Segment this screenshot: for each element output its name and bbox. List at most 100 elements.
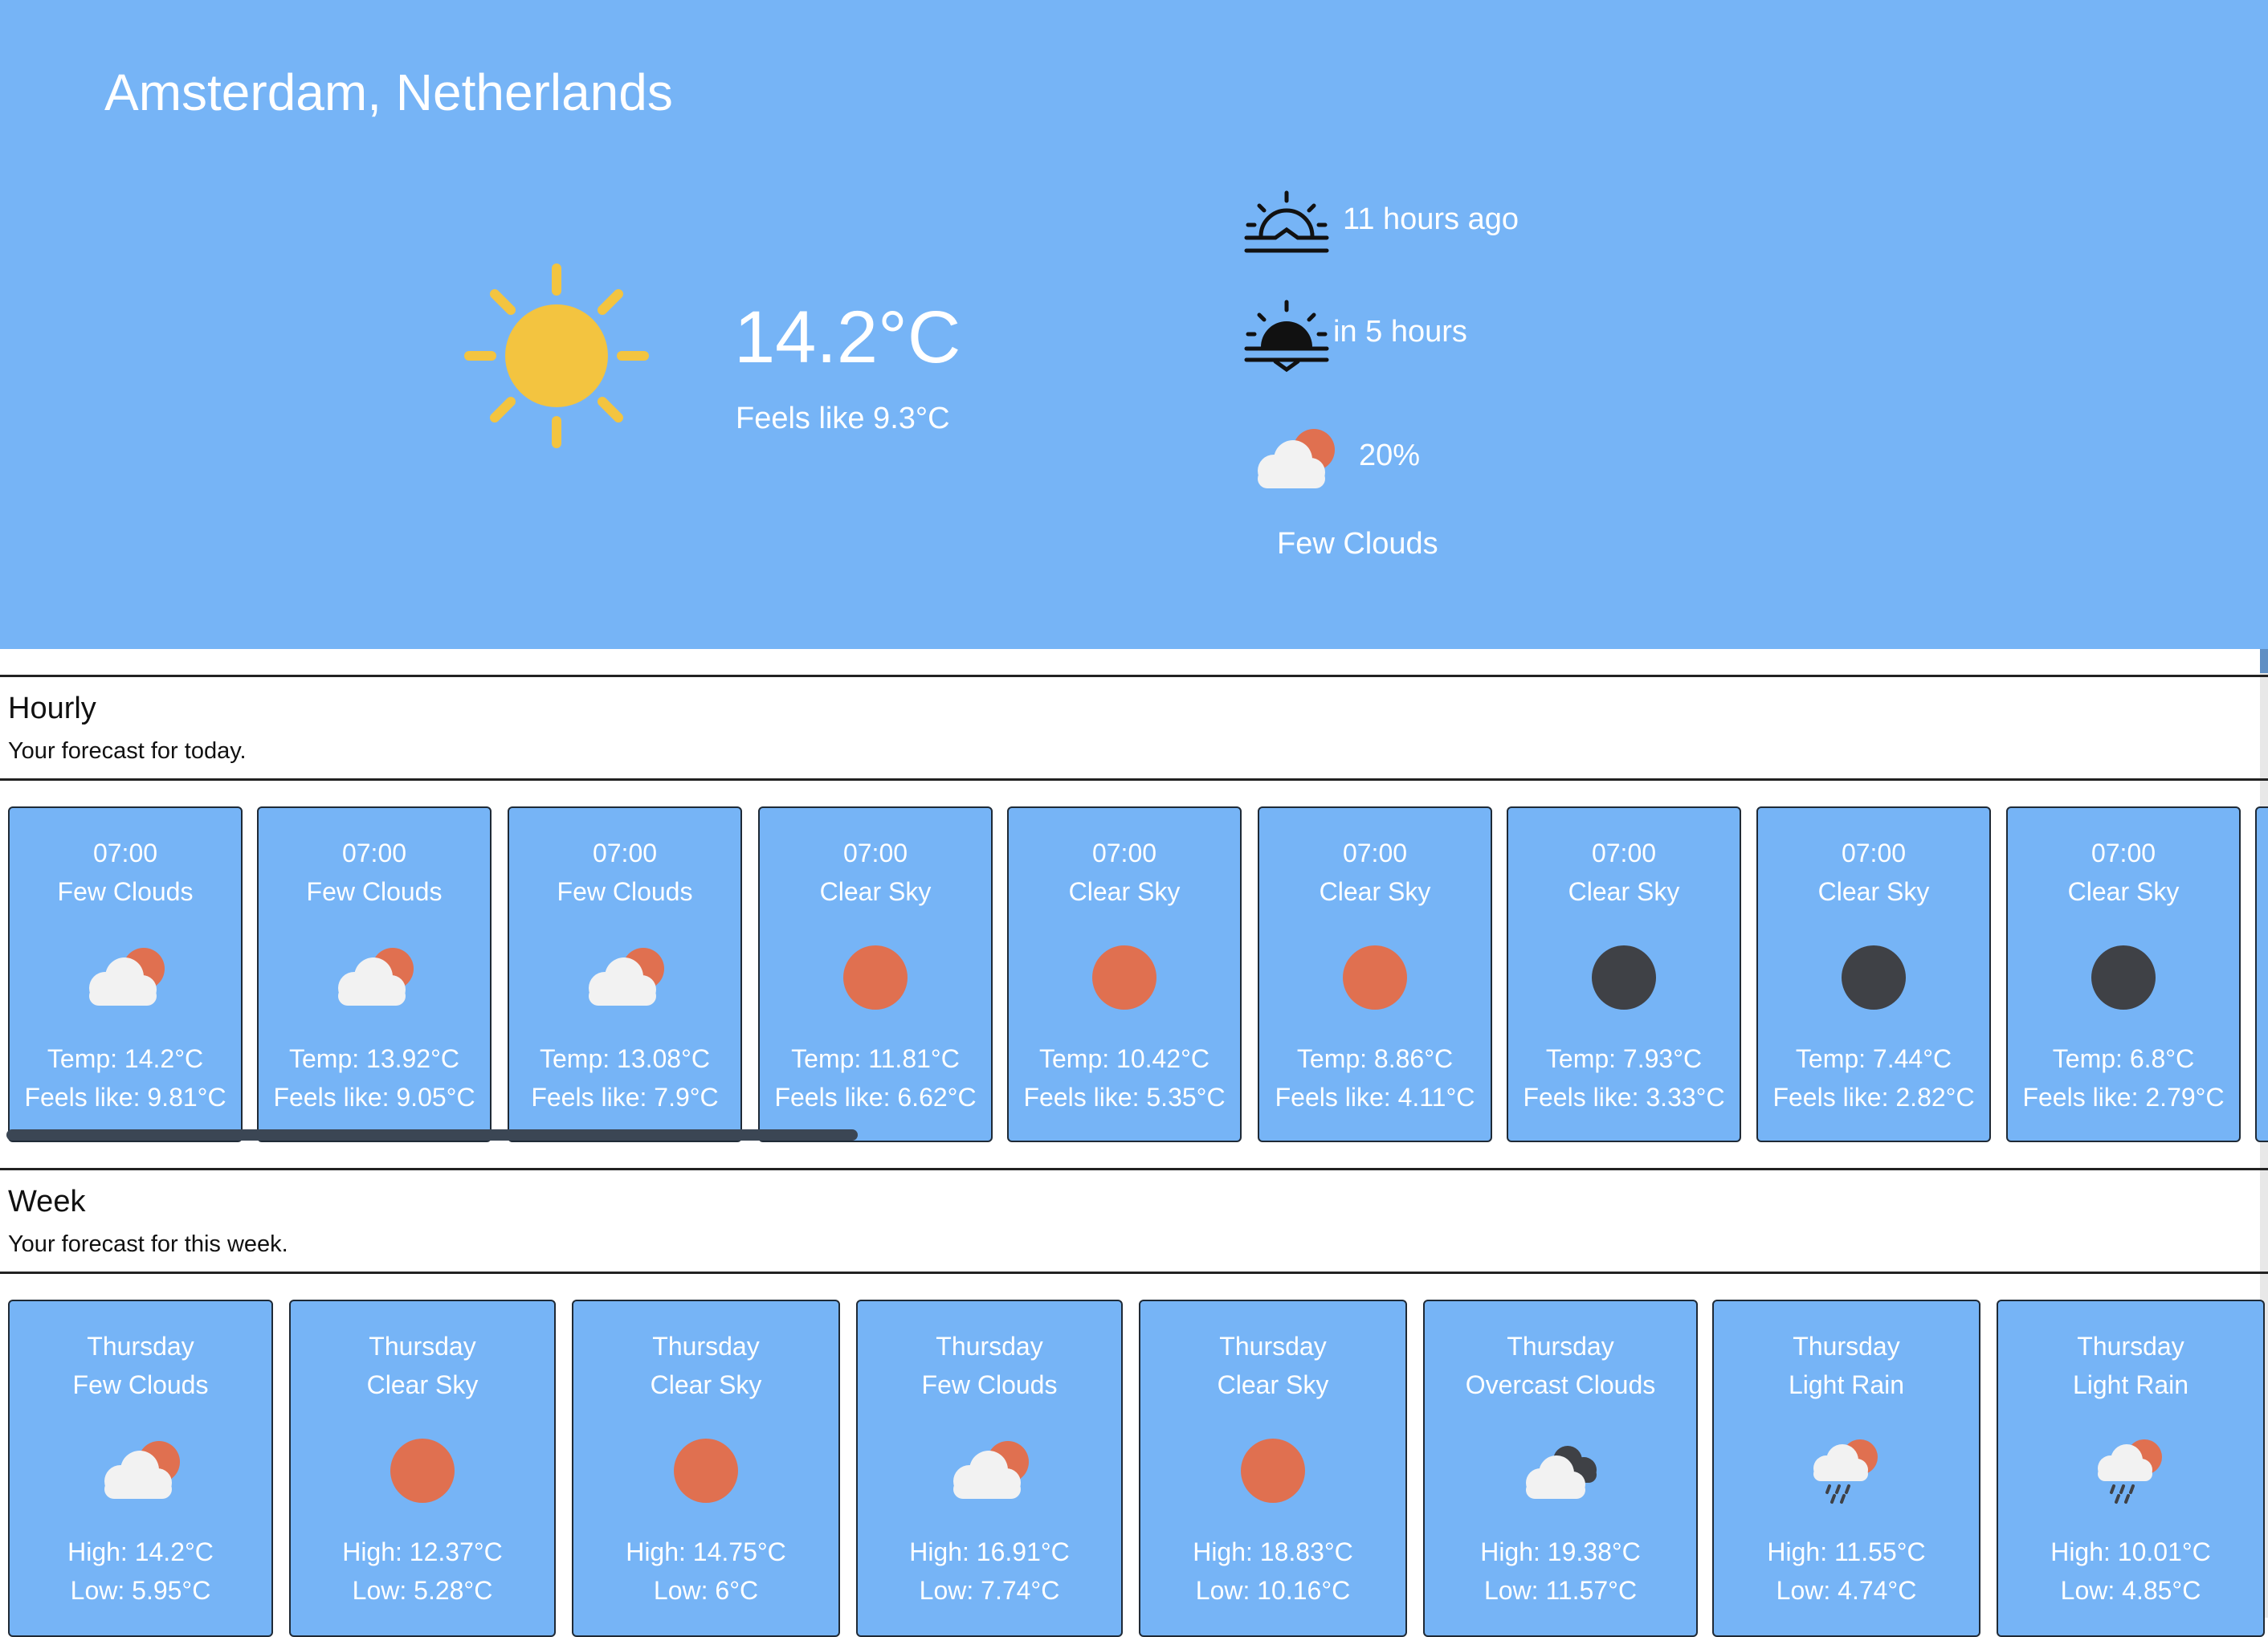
hourly-card[interactable]: 07:00 Clear Sky Temp: 7.44°C Feels like: 2.…	[1756, 806, 1991, 1142]
hourly-card[interactable]: 07:00 Clear Sky Temp: 8.86°C Feels like: 4.…	[1258, 806, 1492, 1142]
week-day: Thursday	[369, 1332, 476, 1361]
sunrise-text: 11 hours ago	[1343, 202, 1519, 236]
week-low: Low: 5.95°C	[70, 1576, 211, 1605]
week-description: Clear Sky	[1217, 1370, 1329, 1399]
week-description: Clear Sky	[366, 1370, 479, 1399]
sunset-text: in 5 hours	[1333, 315, 1467, 349]
week-low: Low: 6°C	[653, 1576, 759, 1605]
week-description: Few Clouds	[72, 1370, 209, 1399]
location-title: Amsterdam, Netherlands	[104, 63, 673, 121]
hourly-temp: Temp: 10.42°C	[1038, 1044, 1209, 1073]
clear-night-icon	[1842, 945, 1906, 1010]
hourly-feels-like: Feels like: 2.79°C	[2022, 1083, 2225, 1112]
sunset-icon	[1244, 300, 1329, 373]
few-clouds-day-icon	[104, 1441, 180, 1499]
clear-night-icon	[2091, 945, 2156, 1010]
week-card[interactable]: Thursday Overcast Clouds High: 19.38°C Low:…	[1423, 1300, 1698, 1637]
hourly-time: 07:00	[1841, 839, 1907, 867]
few-clouds-icon	[1258, 429, 1335, 488]
week-low: Low: 4.74°C	[1776, 1576, 1917, 1605]
week-card[interactable]: Thursday Clear Sky High: 12.37°C Low: 5.28°…	[289, 1300, 556, 1637]
hourly-feels-like: Feels like: 6.62°C	[774, 1083, 977, 1112]
clear-day-icon	[843, 945, 908, 1010]
week-low: Low: 11.57°C	[1483, 1576, 1638, 1605]
few-clouds-day-icon	[338, 948, 414, 1006]
current-feels-like: Feels like 9.3°C	[736, 402, 950, 435]
hourly-time: 07:00	[341, 839, 407, 867]
hourly-feels-like: Feels like: 3.33°C	[1523, 1083, 1725, 1112]
sunrise-icon	[1244, 190, 1329, 253]
hourly-description: Few Clouds	[557, 877, 693, 906]
hourly-card[interactable]: 07:00 Few Clouds Temp: 14.2°C Feels like: 9…	[8, 806, 243, 1142]
hourly-feels-like: Feels like: 7.9°C	[531, 1083, 719, 1112]
hourly-title: Hourly	[8, 692, 96, 725]
hourly-temp: Temp: 7.44°C	[1795, 1044, 1952, 1073]
week-card[interactable]: Thursday Few Clouds High: 14.2°C Low: 5.95°…	[8, 1300, 273, 1637]
week-card[interactable]: Thursday Light Rain High: 11.55°C Low: 4.74…	[1712, 1300, 1980, 1637]
week-description: Overcast Clouds	[1465, 1370, 1656, 1399]
week-title: Week	[8, 1185, 86, 1219]
light-rain-icon	[2098, 1439, 2162, 1504]
hourly-feels-like: Feels like: 5.35°C	[1023, 1083, 1226, 1112]
week-day: Thursday	[1507, 1332, 1614, 1361]
hourly-time: 07:00	[1091, 839, 1157, 867]
clear-night-icon	[1592, 945, 1656, 1010]
hourly-temp: Temp: 13.08°C	[539, 1044, 710, 1073]
hourly-temp: Temp: 7.93°C	[1545, 1044, 1703, 1073]
week-card[interactable]: Thursday Clear Sky High: 14.75°C Low: 6°C	[572, 1300, 840, 1637]
current-temperature: 14.2°C	[734, 296, 961, 378]
hourly-temp: Temp: 8.86°C	[1296, 1044, 1454, 1073]
week-description: Clear Sky	[650, 1370, 762, 1399]
hourly-feels-like: Feels like: 9.81°C	[24, 1083, 226, 1112]
hourly-card[interactable]: 07:00 Clear Sky Temp: 10.42°C Feels like: 5…	[1007, 806, 1242, 1142]
week-high: High: 14.2°C	[67, 1537, 214, 1566]
hourly-time: 07:00	[92, 839, 158, 867]
week-low: Low: 10.16°C	[1195, 1576, 1351, 1605]
hourly-description: Clear Sky	[819, 877, 932, 906]
week-high: High: 18.83°C	[1193, 1537, 1353, 1566]
week-card[interactable]: Thursday Few Clouds High: 16.91°C Low: 7.74…	[856, 1300, 1123, 1637]
hourly-header: Hourly Your forecast for today.	[0, 675, 2268, 781]
hourly-description: Clear Sky	[1568, 877, 1680, 906]
current-description: Few Clouds	[1277, 527, 1438, 561]
hourly-description: Few Clouds	[57, 877, 194, 906]
clear-day-icon	[674, 1439, 738, 1503]
week-high: High: 16.91°C	[909, 1537, 1070, 1566]
week-high: High: 14.75°C	[626, 1537, 786, 1566]
hourly-description: Few Clouds	[306, 877, 443, 906]
week-high: High: 11.55°C	[1767, 1537, 1926, 1566]
hourly-temp: Temp: 11.81°C	[791, 1044, 960, 1073]
hourly-card[interactable]: 07:00 Clear Sky Temp: 6.8°C Feels like: 2.7…	[2006, 806, 2241, 1142]
week-header: Week Your forecast for this week.	[0, 1168, 2268, 1274]
week-high: High: 19.38°C	[1480, 1537, 1641, 1566]
hourly-description: Clear Sky	[1319, 877, 1431, 906]
clear-day-icon	[1241, 1439, 1305, 1503]
hourly-card[interactable]: 07:00 Few Clouds Temp: 13.92°C Feels like: …	[257, 806, 492, 1142]
hourly-card[interactable]: 07:00 Few Clouds Temp: 13.08°C Feels like: …	[508, 806, 742, 1142]
hourly-time: 07:00	[2091, 839, 2156, 867]
hourly-time: 07:00	[1591, 839, 1657, 867]
light-rain-icon	[1813, 1439, 1878, 1504]
sun-icon	[464, 263, 649, 448]
week-day: Thursday	[2077, 1332, 2184, 1361]
hourly-time: 07:00	[1342, 839, 1408, 867]
hourly-card[interactable]: 07:00 Clear Sky Temp: 11.81°C Feels like: 6…	[758, 806, 993, 1142]
week-day: Thursday	[1793, 1332, 1900, 1361]
few-clouds-day-icon	[953, 1441, 1029, 1499]
week-description: Few Clouds	[921, 1370, 1058, 1399]
hourly-time: 07:00	[592, 839, 658, 867]
overcast-clouds-icon	[1526, 1446, 1597, 1499]
week-card[interactable]: Thursday Clear Sky High: 18.83°C Low: 10.16…	[1139, 1300, 1407, 1637]
hourly-card-partial[interactable]	[2255, 806, 2268, 1142]
week-day: Thursday	[936, 1332, 1043, 1361]
week-low: Low: 5.28°C	[352, 1576, 493, 1605]
week-description: Light Rain	[1788, 1370, 1905, 1399]
hourly-card[interactable]: 07:00 Clear Sky Temp: 7.93°C Feels like: 3.…	[1507, 806, 1741, 1142]
clear-day-icon	[1343, 945, 1407, 1010]
week-day: Thursday	[652, 1332, 760, 1361]
hourly-feels-like: Feels like: 2.82°C	[1772, 1083, 1975, 1112]
hourly-description: Clear Sky	[1068, 877, 1181, 906]
hourly-scrollbar-thumb[interactable]	[6, 1129, 858, 1141]
few-clouds-day-icon	[89, 948, 165, 1006]
week-card[interactable]: Thursday Light Rain High: 10.01°C Low: 4.85…	[1997, 1300, 2265, 1637]
